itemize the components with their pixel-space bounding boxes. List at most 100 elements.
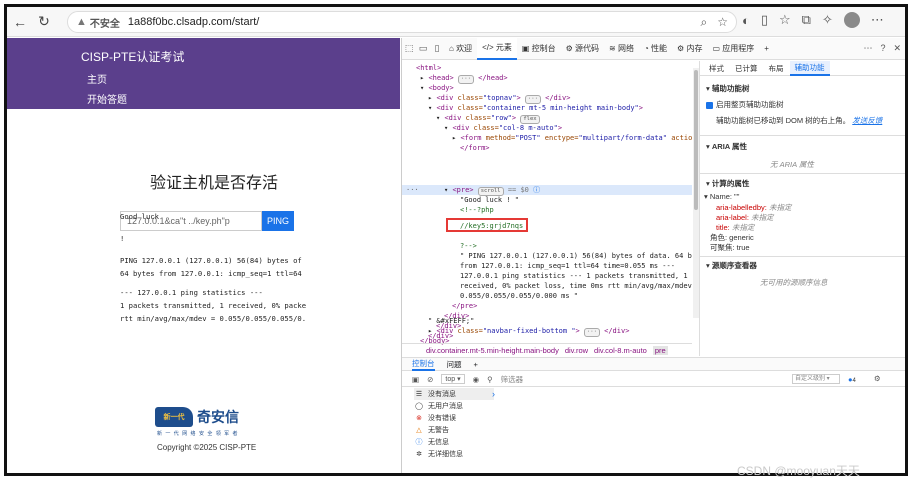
tab-accessibility[interactable]: 辅助功能: [789, 61, 830, 76]
text-ping[interactable]: received, 0% packet loss, time 0ms rtt m…: [460, 281, 692, 291]
sidebar-item-messages[interactable]: ☰ 没有消息: [414, 388, 494, 400]
name-row[interactable]: ▾ Name: "": [704, 192, 739, 201]
performance-icon: ◔: [643, 44, 652, 53]
tab-memory[interactable]: ⚙ 内存: [672, 38, 707, 60]
sidebar-item-info[interactable]: ⓘ 无信息: [414, 436, 494, 448]
node-form-close[interactable]: </form>: [460, 143, 490, 153]
ai-explain-icon[interactable]: ⓘ: [533, 186, 540, 194]
tab-sources[interactable]: ⚙ 源代码: [561, 38, 604, 60]
output-line: PING 127.0.0.1 (127.0.0.1) 56(84) bytes …: [120, 256, 302, 265]
home-icon: ⌂: [449, 44, 457, 53]
enable-tree-checkbox[interactable]: 启用整页辅助功能树: [706, 99, 784, 110]
tab-application[interactable]: ▭ 应用程序: [707, 38, 759, 60]
filter-icon: ⚲: [487, 374, 493, 384]
node-pre-close[interactable]: </pre>: [452, 301, 477, 311]
output-line: Good luck: [120, 212, 159, 221]
favorites-icon[interactable]: ☆: [779, 12, 791, 28]
add-tab-icon[interactable]: +: [759, 38, 774, 60]
tab-styles[interactable]: 样式: [704, 61, 729, 76]
checkbox-checked-icon[interactable]: [706, 101, 713, 109]
text-good-luck[interactable]: "Good luck ! ": [460, 195, 519, 205]
zoom-icon[interactable]: ⌕: [701, 15, 708, 30]
tab-elements[interactable]: </> 元素: [477, 37, 517, 60]
node-col[interactable]: ▾ <div class="col-8 m-auto">: [444, 123, 562, 133]
nav-start-link[interactable]: 开始答题: [87, 91, 127, 106]
tab-network[interactable]: ≋ 网络: [604, 38, 639, 60]
collections-icon[interactable]: ⧉: [802, 12, 811, 28]
computed-header[interactable]: ▾ 计算的属性: [706, 178, 749, 189]
more-tools-icon[interactable]: ⋯: [863, 43, 872, 54]
memory-icon: ⚙: [677, 44, 687, 53]
console-prompt-icon[interactable]: ›: [492, 389, 495, 399]
tab-performance[interactable]: ◔ 性能: [639, 38, 672, 60]
comment-php[interactable]: <!--?php: [460, 205, 494, 215]
tab-console[interactable]: ▣ 控制台: [517, 38, 561, 60]
aria-header[interactable]: ▾ ARIA 属性: [706, 141, 747, 152]
breadcrumb-item[interactable]: div.row: [565, 346, 588, 355]
security-indicator[interactable]: ▲ 不安全: [76, 15, 120, 30]
sidebar-item-errors[interactable]: ⊗ 没有错误: [414, 412, 494, 424]
sidebar-toggle-icon[interactable]: ▯: [430, 43, 444, 54]
breadcrumb-current[interactable]: pre: [652, 345, 668, 355]
add-drawer-tab-icon[interactable]: +: [474, 360, 478, 369]
elements-tree: <html> ▸ <head> ··· </head> ▾ <body> ▸ <…: [402, 61, 692, 341]
device-toggle-icon[interactable]: ▭: [416, 43, 430, 54]
inspect-icon[interactable]: ⬚: [402, 43, 416, 54]
breadcrumb-item[interactable]: div.container.mt-5.min-height.main-body: [426, 346, 559, 355]
list-icon: ☰: [415, 391, 423, 398]
copyright-text: Copyright ©2025 CISP-PTE: [157, 443, 257, 452]
tab-computed[interactable]: 已计算: [730, 61, 763, 76]
scrollbar-thumb[interactable]: [694, 70, 698, 210]
back-icon[interactable]: ←: [9, 11, 31, 33]
drawer-tab-issues[interactable]: 问题: [447, 359, 462, 370]
node-div-close[interactable]: </div>: [436, 321, 461, 331]
clear-console-icon[interactable]: ⊘: [427, 375, 433, 384]
node-container[interactable]: ▾ <div class="container mt-5 min-height …: [428, 103, 643, 113]
a11y-tree-header[interactable]: ▾ 辅助功能树: [706, 83, 749, 94]
node-div-close[interactable]: </div>: [428, 331, 453, 341]
topnav: CISP-PTE认证考试 主页 开始答题: [7, 38, 400, 109]
node-dots-marker: ···: [406, 186, 419, 194]
context-select[interactable]: top ▾: [441, 374, 465, 384]
sidebar-item-verbose[interactable]: ✲ 无详细信息: [414, 448, 494, 460]
log-levels-select[interactable]: 自定义级别 ▾: [792, 374, 840, 384]
reload-icon[interactable]: ↻: [33, 11, 55, 33]
text-ping[interactable]: from 127.0.0.1: icmp_seq=1 ttl=64 time=0…: [460, 261, 675, 271]
text-ping[interactable]: " PING 127.0.0.1 (127.0.0.1) 56(84) byte…: [460, 251, 692, 261]
console-settings-icon[interactable]: ⚙: [874, 374, 881, 383]
copilot-icon[interactable]: ✧: [822, 12, 833, 28]
address-bar[interactable]: ▲ 不安全 1a88f0bc.clsadp.com/start/ ⌕ ☆: [67, 11, 737, 33]
output-line: 64 bytes from 127.0.0.1: icmp_seq=1 ttl=…: [120, 269, 302, 278]
node-html[interactable]: <html>: [416, 63, 441, 73]
close-icon[interactable]: ✕: [893, 43, 901, 54]
profile-avatar[interactable]: [843, 12, 860, 28]
sidebar-item-warnings[interactable]: △ 无警告: [414, 424, 494, 436]
output-line: 1 packets transmitted, 1 received, 0% pa…: [120, 301, 307, 310]
text-ping[interactable]: 127.0.0.1 ping statistics --- 1 packets …: [460, 271, 688, 281]
extension-icon[interactable]: ◐: [742, 13, 750, 28]
source-order-header[interactable]: ▾ 源顺序查看器: [706, 260, 757, 271]
more-menu-icon[interactable]: ⋯: [871, 12, 884, 28]
node-div-close[interactable]: </div>: [444, 311, 469, 321]
tab-layout[interactable]: 布局: [764, 61, 789, 76]
help-icon[interactable]: ?: [880, 43, 885, 54]
node-form[interactable]: ▸ <form method="POST" enctype="multipart…: [452, 133, 692, 143]
split-screen-icon[interactable]: ▯: [761, 12, 768, 28]
eye-icon[interactable]: ◉: [473, 375, 480, 384]
devtools-actions: ⋯ ? ✕: [863, 43, 901, 54]
drawer-tab-console[interactable]: 控制台: [412, 358, 435, 371]
breadcrumb-item[interactable]: div.col-8.m-auto: [594, 346, 647, 355]
feedback-link[interactable]: 发送反馈: [852, 116, 882, 125]
console-filter-input[interactable]: 筛选器: [501, 374, 671, 385]
comment-end[interactable]: ?-->: [460, 241, 477, 251]
nav-home-link[interactable]: 主页: [87, 71, 107, 86]
watermark: CSDN @mooyuan天天: [737, 464, 860, 478]
text-ping[interactable]: 0.055/0.055/0.055/0.000 ms ": [460, 291, 578, 301]
node-body[interactable]: ▾ <body>: [420, 83, 454, 93]
console-sidebar-icon[interactable]: ▣: [412, 375, 419, 384]
site-brand[interactable]: CISP-PTE认证考试: [81, 48, 184, 65]
sidebar-item-user-messages[interactable]: ◯ 无用户消息: [414, 400, 494, 412]
issues-icon[interactable]: ●4: [848, 375, 856, 384]
favorite-star-icon[interactable]: ☆: [717, 15, 728, 30]
tab-welcome[interactable]: ⌂ 欢迎: [444, 38, 477, 60]
